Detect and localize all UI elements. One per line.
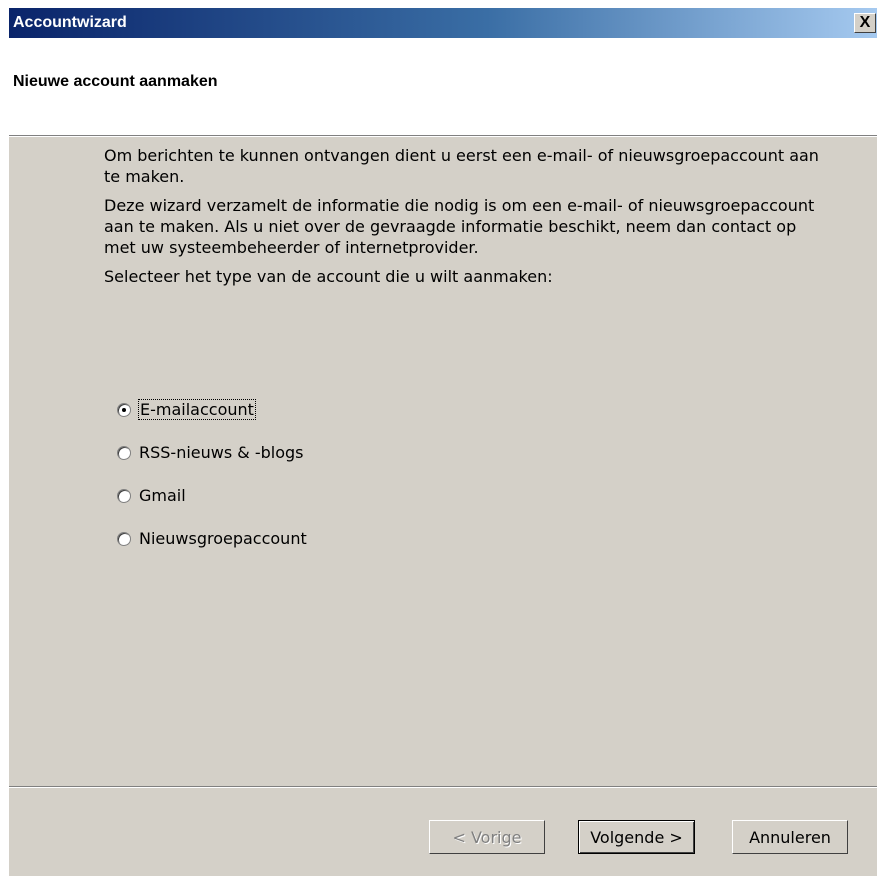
footer-divider-highlight xyxy=(9,787,877,788)
header-panel: Nieuwe account aanmaken xyxy=(9,38,877,136)
radio-option-rss[interactable]: RSS-nieuws & -blogs xyxy=(117,431,307,474)
page-title: Nieuwe account aanmaken xyxy=(13,73,218,90)
close-button[interactable]: X xyxy=(854,13,876,33)
radio-option-newsgroup[interactable]: Nieuwsgroepaccount xyxy=(117,517,307,560)
header-divider xyxy=(9,136,877,137)
cancel-button[interactable]: Annuleren xyxy=(732,820,848,854)
intro-paragraph-1: Om berichten te kunnen ontvangen dient u… xyxy=(104,146,819,186)
radio-label-email[interactable]: E-mailaccount xyxy=(138,399,256,420)
radio-button-rss[interactable] xyxy=(117,445,131,460)
radio-option-gmail[interactable]: Gmail xyxy=(117,474,307,517)
radio-button-gmail[interactable] xyxy=(117,488,131,503)
radio-label-rss[interactable]: RSS-nieuws & -blogs xyxy=(139,443,304,462)
instruction-text: Selecteer het type van de account die u … xyxy=(104,267,553,286)
radio-label-newsgroup[interactable]: Nieuwsgroepaccount xyxy=(139,529,307,548)
radio-button-email[interactable] xyxy=(117,402,131,417)
close-icon: X xyxy=(859,14,871,31)
window-title: Accountwizard xyxy=(13,14,127,31)
previous-button[interactable]: < Vorige xyxy=(429,820,545,854)
next-button[interactable]: Volgende > xyxy=(578,820,695,854)
intro-text: Om berichten te kunnen ontvangen dient u… xyxy=(104,145,824,295)
account-wizard-dialog: Accountwizard X Nieuwe account aanmaken … xyxy=(8,8,877,876)
radio-option-email[interactable]: E-mailaccount xyxy=(117,388,307,431)
account-type-radio-group: E-mailaccount RSS-nieuws & -blogs Gmail … xyxy=(117,388,307,560)
radio-label-gmail[interactable]: Gmail xyxy=(139,486,186,505)
title-bar[interactable]: Accountwizard X xyxy=(9,8,877,38)
radio-button-newsgroup[interactable] xyxy=(117,531,131,546)
intro-paragraph-2: Deze wizard verzamelt de informatie die … xyxy=(104,196,815,257)
